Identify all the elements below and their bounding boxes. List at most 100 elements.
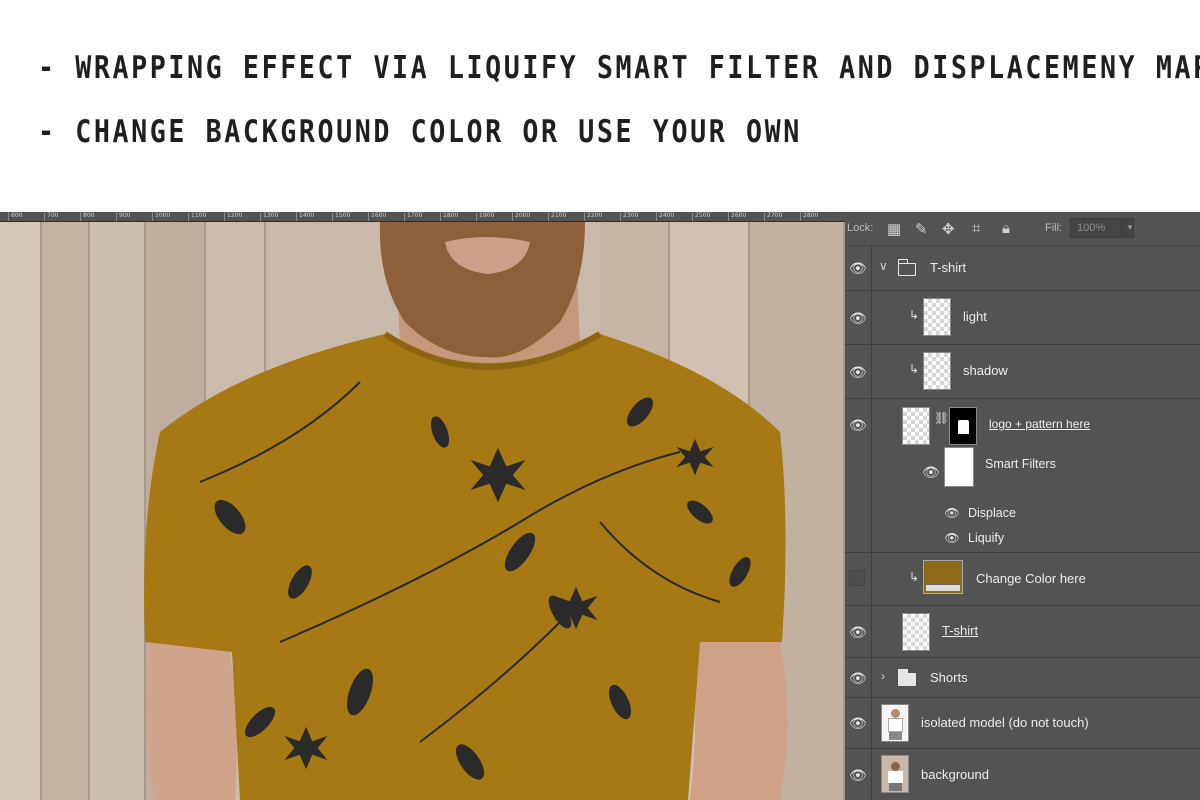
layer-thumbnail	[923, 352, 951, 390]
layer-row-shorts-group[interactable]: 👁︎ › Shorts	[845, 658, 1200, 698]
smart-filters-eye-icon[interactable]: 👁︎	[922, 464, 940, 480]
ruler-tick: 2300	[620, 212, 638, 221]
visibility-eye-icon[interactable]: 👁︎	[849, 260, 867, 276]
clipping-mask-icon: ↳	[909, 308, 920, 322]
layer-row-shadow[interactable]: 👁︎ ↳ shadow	[845, 345, 1200, 399]
ruler-tick: 2800	[800, 212, 818, 221]
chevron-right-icon[interactable]: ›	[881, 669, 885, 683]
chevron-down-icon[interactable]: ∨	[879, 259, 888, 273]
fill-layer-indicator	[926, 584, 960, 591]
ruler-tick: 2600	[728, 212, 746, 221]
row-divider	[871, 345, 872, 398]
row-divider	[871, 606, 872, 657]
feature-line-1: - WRAPPING EFFECT VIA LIQUIFY SMART FILT…	[38, 50, 1200, 86]
layer-row-light[interactable]: 👁︎ ↳ light	[845, 291, 1200, 345]
row-divider	[871, 749, 872, 800]
smart-filters-mask-thumbnail	[944, 447, 974, 487]
crop-icon[interactable]: ⌗	[972, 220, 980, 237]
layer-row-logo-pattern[interactable]: 👁︎ ⛓︎ logo + pattern here 👁︎ Smart Filte…	[845, 399, 1200, 553]
visibility-eye-icon[interactable]: 👁︎	[849, 624, 867, 640]
visibility-eye-icon[interactable]: 👁︎	[849, 715, 867, 731]
layer-thumbnail	[902, 613, 930, 651]
move-icon[interactable]: ✥	[942, 220, 955, 238]
background-thumbnail	[881, 755, 909, 793]
lock-transparent-icon[interactable]: ▦	[887, 220, 901, 238]
ruler-tick: 600	[8, 212, 22, 221]
model-photo	[144, 222, 788, 800]
lock-icon[interactable]: 🔒︎	[1002, 220, 1010, 237]
smart-filters-label: Smart Filters	[985, 457, 1056, 471]
ruler-tick: 1100	[188, 212, 206, 221]
model-shorts-shape	[889, 732, 902, 740]
layer-row-change-color[interactable]: ↳ Change Color here	[845, 553, 1200, 606]
layer-name: isolated model (do not touch)	[921, 715, 1089, 730]
layer-row-isolated-model[interactable]: 👁︎ isolated model (do not touch)	[845, 698, 1200, 749]
model-shorts-shape	[889, 783, 902, 791]
ruler-tick: 1900	[476, 212, 494, 221]
ruler-tick: 2700	[764, 212, 782, 221]
model-body-shape	[888, 771, 903, 783]
model-head-shape	[891, 762, 900, 771]
ruler-tick: 900	[116, 212, 130, 221]
layer-name: logo + pattern here	[989, 417, 1091, 431]
ruler-tick: 800	[80, 212, 94, 221]
promo-header: - WRAPPING EFFECT VIA LIQUIFY SMART FILT…	[0, 0, 1200, 212]
model-body-shape	[888, 718, 903, 732]
liquify-eye-icon[interactable]: 👁︎	[944, 530, 960, 546]
ruler-tick: 1500	[332, 212, 350, 221]
ruler-tick: 1700	[404, 212, 422, 221]
ruler-tick: 2100	[548, 212, 566, 221]
row-divider	[871, 399, 872, 552]
layer-row-tshirt[interactable]: 👁︎ T-shirt	[845, 606, 1200, 658]
tshirt-mask-shape	[958, 420, 969, 434]
filter-name-displace[interactable]: Displace	[968, 506, 1016, 520]
feature-line-2: - CHANGE BACKGROUND COLOR OR USE YOUR OW…	[38, 114, 802, 150]
document-canvas[interactable]	[0, 222, 845, 800]
layer-mask-thumbnail	[949, 407, 977, 445]
color-fill-thumbnail	[923, 560, 963, 594]
layer-name: Shorts	[930, 670, 968, 685]
visibility-eye-icon[interactable]: 👁︎	[849, 364, 867, 380]
filter-name-liquify[interactable]: Liquify	[968, 531, 1004, 545]
ruler-tick: 1000	[152, 212, 170, 221]
ruler-tick: 2000	[512, 212, 530, 221]
visibility-eye-icon[interactable]: 👁︎	[849, 310, 867, 326]
ruler-tick: 2200	[584, 212, 602, 221]
fill-dropdown-icon[interactable]: ▾	[1121, 218, 1138, 238]
model-head-shape	[891, 709, 900, 718]
folder-icon	[897, 259, 916, 276]
layer-name: shadow	[963, 363, 1008, 378]
visibility-eye-icon[interactable]: 👁︎	[849, 417, 867, 433]
ruler-tick: 1800	[440, 212, 458, 221]
clipping-mask-icon: ↳	[909, 362, 920, 376]
layer-row-background[interactable]: 👁︎ background	[845, 749, 1200, 800]
model-thumbnail	[881, 704, 909, 742]
ruler-tick: 1200	[224, 212, 242, 221]
visibility-eye-icon[interactable]: 👁︎	[849, 670, 867, 686]
right-arm	[690, 642, 788, 800]
lock-label: Lock:	[847, 222, 874, 234]
row-divider	[871, 658, 872, 697]
left-arm	[146, 642, 237, 800]
displace-eye-icon[interactable]: 👁︎	[944, 505, 960, 521]
folder-icon	[897, 669, 916, 686]
row-divider	[871, 246, 872, 290]
layer-row-tshirt-group[interactable]: 👁︎ ∨ T-shirt	[845, 246, 1200, 291]
visibility-eye-icon[interactable]: 👁︎	[849, 767, 867, 783]
row-divider	[871, 291, 872, 344]
visibility-off-checkbox[interactable]	[849, 570, 865, 586]
ruler-tick: 1300	[260, 212, 278, 221]
brush-icon[interactable]: ✎	[915, 220, 928, 238]
link-chain-icon[interactable]: ⛓︎	[934, 411, 949, 425]
layers-toolbar: Lock: ▦ ✎ ✥ ⌗ 🔒︎ Fill: 100% ▾	[845, 212, 1200, 246]
row-divider	[871, 698, 872, 748]
tshirt	[144, 334, 786, 800]
fill-label: Fill:	[1045, 222, 1063, 234]
layer-thumbnail	[923, 298, 951, 336]
ruler-tick: 2400	[656, 212, 674, 221]
layer-name: background	[921, 767, 989, 782]
ruler-tick: 700	[44, 212, 58, 221]
ruler-tick: 1600	[368, 212, 386, 221]
row-divider	[871, 553, 872, 605]
layer-name: Change Color here	[976, 571, 1086, 586]
